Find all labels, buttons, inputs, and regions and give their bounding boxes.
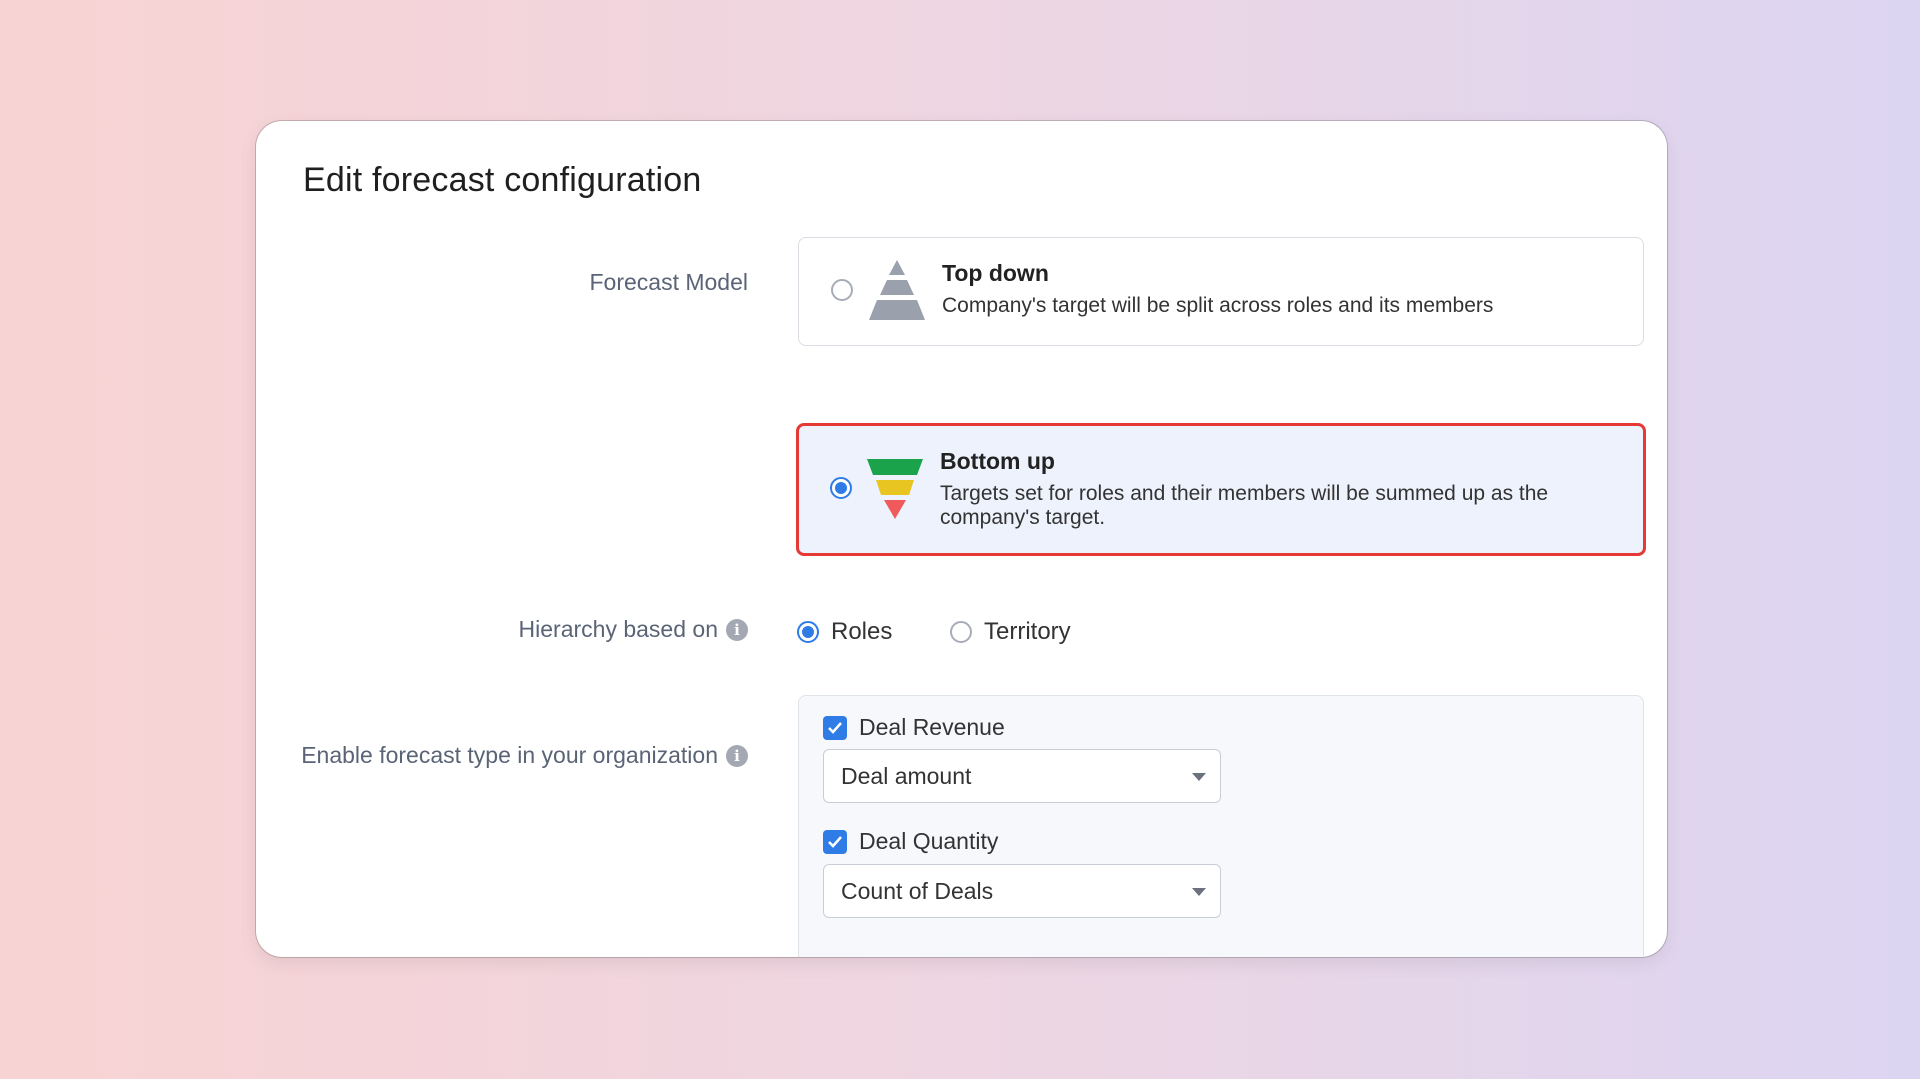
roles-radio[interactable] (797, 621, 819, 643)
forecast-type-label-text: Enable forecast type in your organizatio… (301, 742, 718, 768)
inverted-funnel-icon (867, 459, 923, 519)
deal-revenue-label: Deal Revenue (859, 714, 1005, 740)
forecast-config-dialog: Edit forecast configuration Forecast Mod… (256, 121, 1667, 957)
territory-label: Territory (984, 618, 1071, 645)
forecast-type-label: Enable forecast type in your organizatio… (301, 742, 748, 769)
bottom-up-title: Bottom up (940, 448, 1055, 474)
deal-quantity-checkbox[interactable] (823, 829, 847, 854)
deal-quantity-label: Deal Quantity (859, 828, 999, 854)
deal-revenue-select[interactable]: Deal amount (823, 749, 1221, 803)
option-bottom-up[interactable]: Bottom up Targets set for roles and thei… (796, 423, 1646, 556)
roles-label: Roles (831, 618, 893, 645)
hierarchy-label-text: Hierarchy based on (518, 616, 718, 642)
territory-radio[interactable] (950, 621, 972, 643)
bottom-up-description: Targets set for roles and their members … (940, 482, 1549, 529)
deal-revenue-checkbox-row[interactable]: Deal Revenue (823, 714, 1005, 741)
hierarchy-option-territory[interactable]: Territory (950, 618, 1071, 646)
hierarchy-option-roles[interactable]: Roles (797, 618, 892, 646)
check-icon (828, 721, 842, 734)
deal-quantity-select-value: Count of Deals (841, 877, 994, 904)
chevron-down-icon (1192, 888, 1206, 896)
deal-quantity-select[interactable]: Count of Deals (823, 864, 1221, 918)
bottom-up-radio[interactable] (830, 477, 852, 499)
info-icon[interactable]: i (726, 618, 748, 641)
top-down-title: Top down (942, 260, 1049, 286)
deal-revenue-checkbox[interactable] (823, 715, 847, 740)
deal-revenue-select-value: Deal amount (841, 762, 972, 789)
top-down-description: Company's target will be split across ro… (942, 294, 1494, 317)
top-down-radio[interactable] (831, 279, 853, 301)
option-top-down[interactable]: Top down Company's target will be split … (798, 237, 1644, 346)
deal-quantity-checkbox-row[interactable]: Deal Quantity (823, 828, 998, 855)
forecast-model-label: Forecast Model (589, 269, 748, 296)
dialog-title: Edit forecast configuration (303, 161, 702, 199)
hierarchy-label: Hierarchy based on i (519, 616, 748, 643)
chevron-down-icon (1192, 773, 1206, 781)
forecast-types-panel: Deal Revenue Deal amount Deal Quantity C… (798, 695, 1644, 957)
pyramid-icon (869, 260, 925, 320)
info-icon[interactable]: i (726, 744, 748, 767)
forecast-model-label-text: Forecast Model (589, 269, 748, 295)
check-icon (828, 835, 842, 848)
